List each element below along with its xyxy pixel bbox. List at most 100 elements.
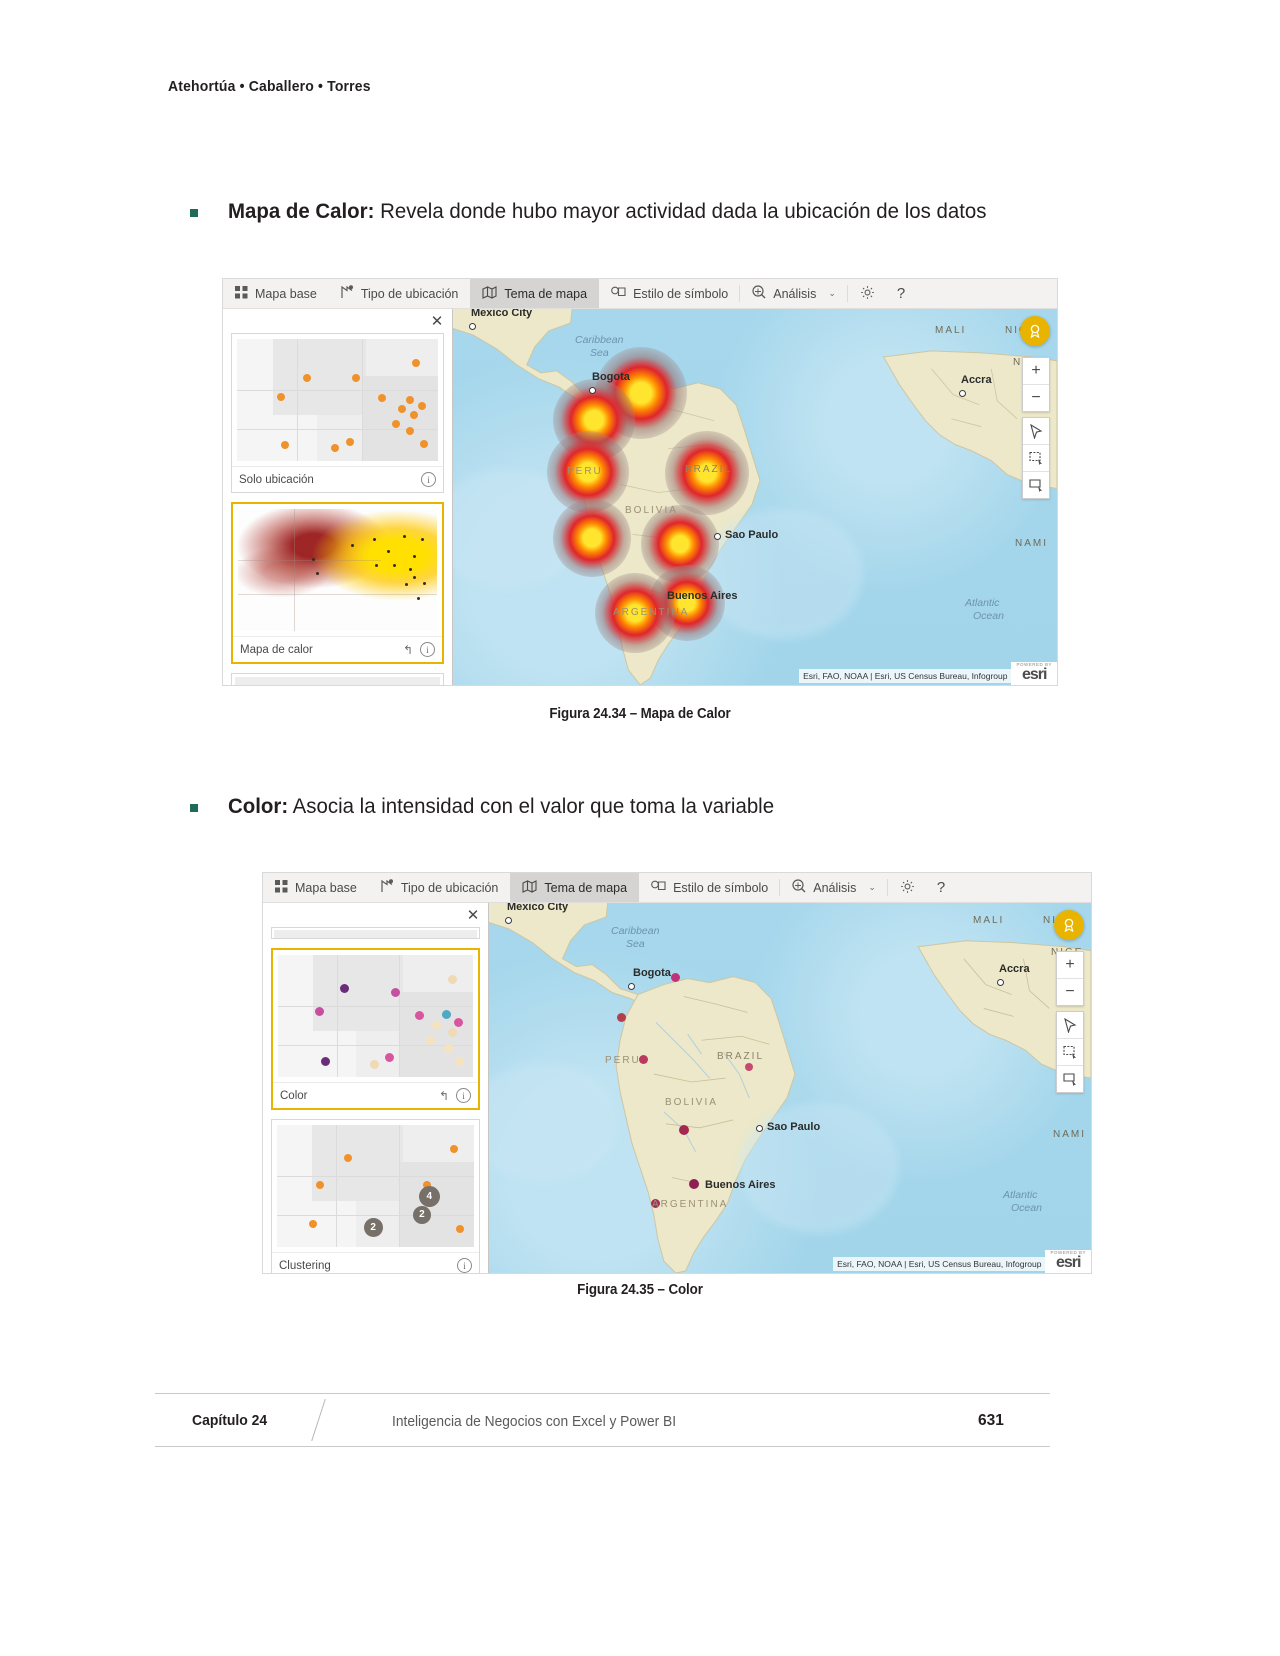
tab-tema-de-mapa[interactable]: Tema de mapa [510, 873, 640, 902]
tab-label: Análisis [773, 286, 817, 301]
grid-icon [275, 879, 288, 896]
lasso-select-icon [1028, 479, 1042, 492]
map-label-brazil: BRAZIL [717, 1051, 765, 1062]
tab-estilo-de-simbolo[interactable]: Estilo de símbolo [599, 279, 741, 308]
theme-card-next-partial[interactable] [231, 673, 444, 685]
map-label-accra: Accra [999, 963, 1030, 975]
map-label-bolivia: BOLIVIA [665, 1097, 718, 1108]
analysis-icon [752, 285, 766, 302]
tab-mapa-base[interactable]: Mapa base [263, 873, 369, 902]
cursor-icon [1063, 1017, 1076, 1033]
data-point [679, 1125, 689, 1135]
pin-icon [341, 285, 354, 302]
map-canvas-heat[interactable]: Mexico City Caribbean Sea Bogota PERU BO… [453, 309, 1057, 685]
map-label-sao-paulo: Sao Paulo [767, 1121, 821, 1133]
heat-blob [553, 499, 631, 577]
tab-label: Mapa base [295, 880, 357, 895]
data-point [617, 1013, 626, 1022]
info-icon[interactable]: i [456, 1088, 471, 1104]
tab-analisis[interactable]: Análisis ⌄ [780, 873, 888, 902]
zoom-controls[interactable]: + − [1056, 951, 1084, 1006]
reset-icon[interactable]: ↰ [403, 643, 413, 657]
info-icon[interactable]: i [420, 642, 435, 658]
arcgis-map-widget-color[interactable]: Mapa base Tipo de ubicación Tema de mapa… [262, 872, 1092, 1274]
rect-select-button[interactable] [1023, 444, 1049, 471]
bullet-label: Color: [228, 794, 289, 818]
map-label-peru: PERU [567, 466, 603, 477]
map-label-atlantic: Atlantic [1003, 1189, 1038, 1201]
zoom-out-button[interactable]: − [1023, 384, 1049, 411]
selection-controls[interactable] [1056, 1011, 1084, 1093]
attribution-text: Esri, FAO, NOAA | Esri, US Census Bureau… [833, 1256, 1046, 1271]
tab-tipo-de-ubicacion[interactable]: Tipo de ubicación [369, 873, 511, 902]
tab-tipo-de-ubicacion[interactable]: Tipo de ubicación [329, 279, 471, 308]
legend-badge-button[interactable] [1054, 910, 1084, 940]
analysis-icon [792, 879, 806, 896]
tab-tema-de-mapa[interactable]: Tema de mapa [470, 279, 600, 308]
tab-estilo-de-simbolo[interactable]: Estilo de símbolo [639, 873, 781, 902]
theme-thumbnail-partial [274, 930, 477, 938]
tab-label: Tipo de ubicación [400, 880, 499, 895]
zoom-out-button[interactable]: − [1057, 978, 1083, 1005]
pointer-tool-button[interactable] [1057, 1012, 1083, 1038]
tab-label: Tipo de ubicación [360, 286, 459, 301]
zoom-in-button[interactable]: + [1023, 358, 1049, 384]
theme-card-color[interactable]: Color ↰ i [271, 948, 480, 1110]
close-icon[interactable]: ✕ [464, 906, 482, 924]
theme-card-previous-partial[interactable] [271, 927, 480, 939]
footer-divider-top [155, 1393, 1050, 1394]
tab-analisis[interactable]: Análisis ⌄ [740, 279, 848, 308]
close-icon[interactable]: ✕ [428, 312, 446, 330]
chevron-down-icon[interactable]: ⌄ [828, 288, 836, 299]
chevron-down-icon[interactable]: ⌄ [868, 882, 876, 893]
legend-badge-button[interactable] [1020, 316, 1050, 346]
info-icon[interactable]: i [457, 1258, 472, 1273]
map-label-mexico-city: Mexico City [471, 309, 533, 319]
figure-caption-2: Figura 24.35 – Color [577, 1282, 703, 1298]
help-button[interactable]: ? [887, 279, 915, 308]
lasso-select-button[interactable] [1023, 471, 1049, 498]
cluster-bubble: 4 [418, 1186, 440, 1207]
bullet-marker-icon [190, 804, 198, 812]
bullet-body: Revela donde hubo mayor actividad dada l… [374, 199, 987, 223]
theme-card-label-row: Clustering i [272, 1252, 479, 1273]
help-button[interactable]: ? [927, 873, 955, 902]
theme-thumbnail-partial [235, 677, 440, 685]
map-attribution: Esri, FAO, NOAA | Esri, US Census Bureau… [833, 1249, 1091, 1273]
rectangle-select-icon [1062, 1045, 1076, 1059]
map-label-caribbean: Caribbean [611, 925, 660, 937]
selection-controls[interactable] [1022, 417, 1050, 499]
tab-label: Estilo de símbolo [673, 880, 769, 895]
settings-button[interactable] [888, 873, 927, 902]
reset-icon[interactable]: ↰ [439, 1089, 449, 1103]
rect-select-button[interactable] [1057, 1038, 1083, 1065]
pointer-tool-button[interactable] [1023, 418, 1049, 444]
city-dot [589, 387, 596, 394]
city-dot [959, 390, 966, 397]
theme-card-label-row: Solo ubicación i [232, 466, 443, 492]
map-label-mexico-city: Mexico City [507, 903, 569, 913]
map-canvas-color[interactable]: Mexico City Caribbean Sea Bogota PERU BO… [489, 903, 1091, 1273]
map-label-caribbean-2: Sea [590, 347, 609, 359]
lasso-select-icon [1062, 1073, 1076, 1086]
map-attribution: Esri, FAO, NOAA | Esri, US Census Bureau… [799, 661, 1057, 685]
tab-mapa-base[interactable]: Mapa base [223, 279, 329, 308]
symbol-icon [651, 880, 666, 896]
theme-card-mapa-de-calor[interactable]: Mapa de calor ↰ i [231, 502, 444, 664]
tab-label: Tema de mapa [504, 286, 588, 301]
attribution-text: Esri, FAO, NOAA | Esri, US Census Bureau… [799, 668, 1012, 683]
map-label-bogota: Bogota [633, 967, 671, 979]
info-icon[interactable]: i [421, 472, 436, 488]
city-dot [756, 1125, 763, 1132]
lasso-select-button[interactable] [1057, 1065, 1083, 1092]
map-label-caribbean: Caribbean [575, 334, 624, 346]
settings-button[interactable] [848, 279, 887, 308]
map-toolbar: Mapa base Tipo de ubicación Tema de mapa… [263, 873, 1091, 903]
gear-icon [860, 285, 875, 303]
theme-card-clustering[interactable]: 4 2 2 Clustering i [271, 1119, 480, 1273]
map-label-peru: PERU [605, 1055, 641, 1066]
arcgis-map-widget-heat[interactable]: Mapa base Tipo de ubicación Tema de mapa… [222, 278, 1058, 686]
theme-card-solo-ubicacion[interactable]: Solo ubicación i [231, 333, 444, 493]
zoom-controls[interactable]: + − [1022, 357, 1050, 412]
zoom-in-button[interactable]: + [1057, 952, 1083, 978]
